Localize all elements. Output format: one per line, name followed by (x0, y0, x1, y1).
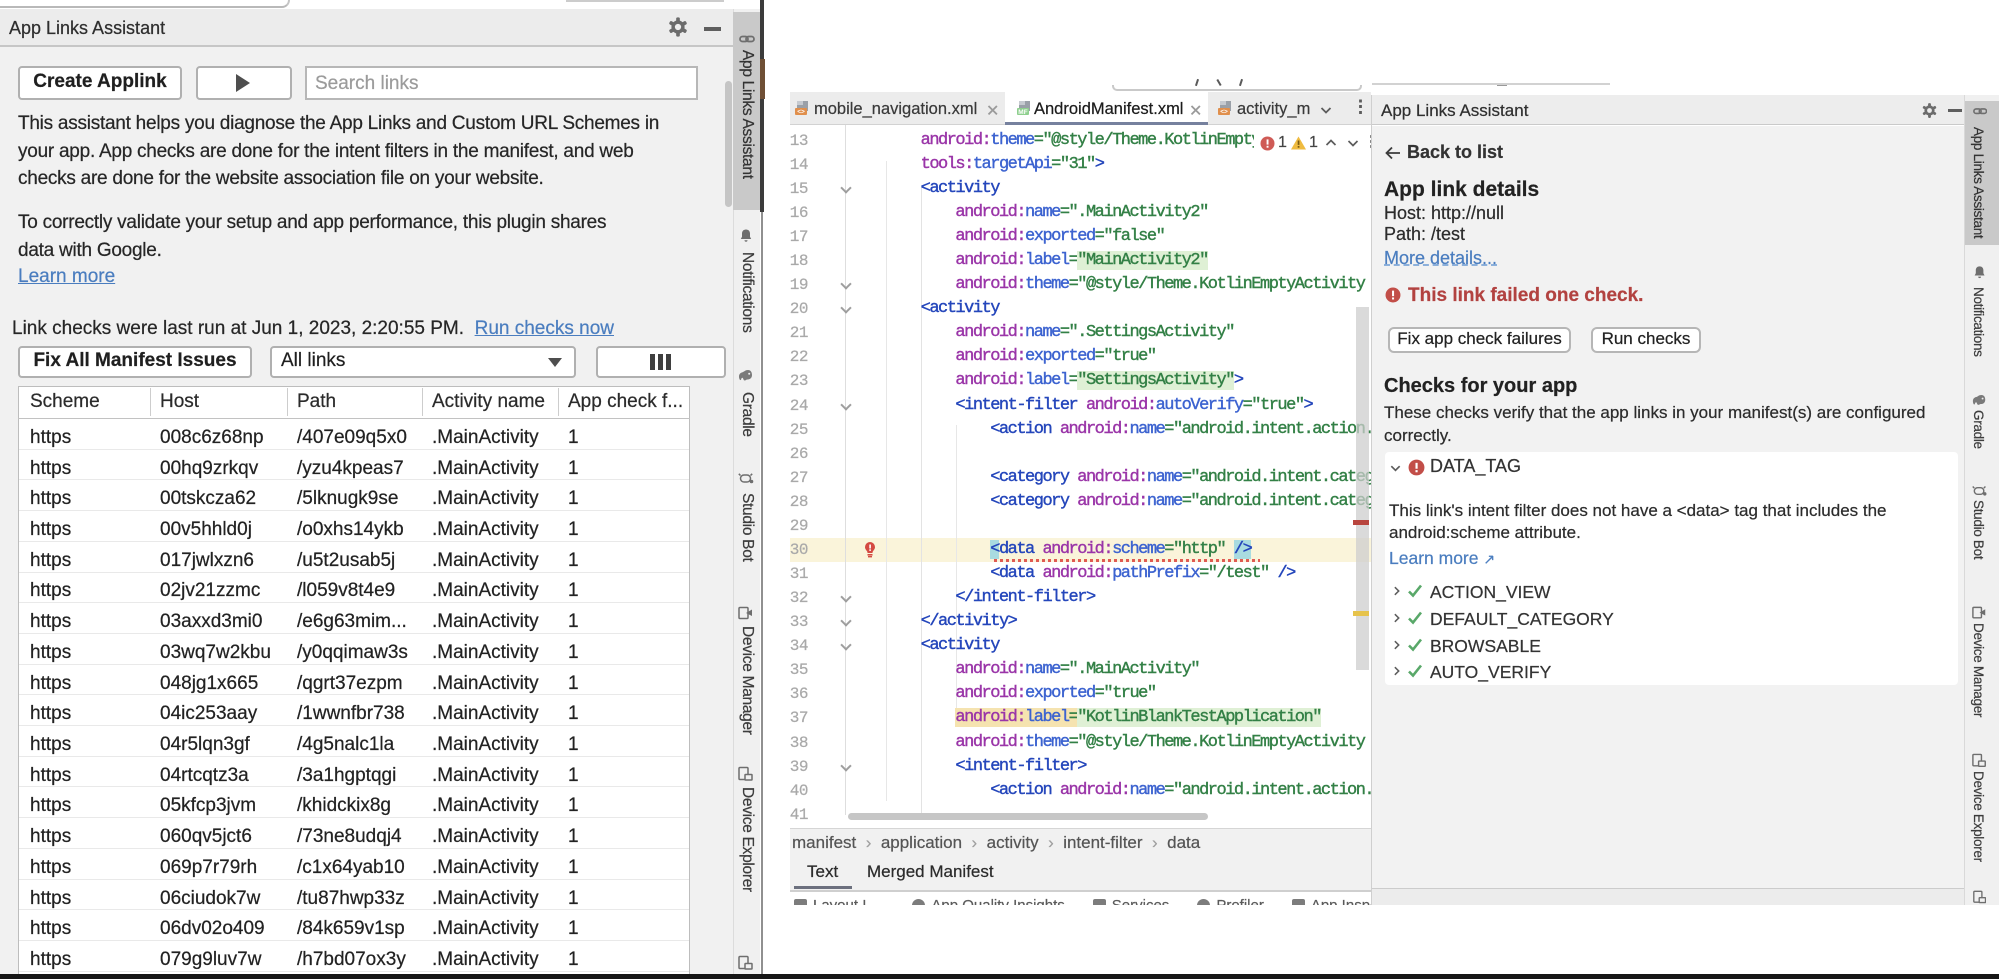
svg-text:<>: <> (1220, 109, 1228, 116)
svg-text:<>: <> (797, 109, 805, 116)
svg-text:MF: MF (1018, 109, 1027, 116)
